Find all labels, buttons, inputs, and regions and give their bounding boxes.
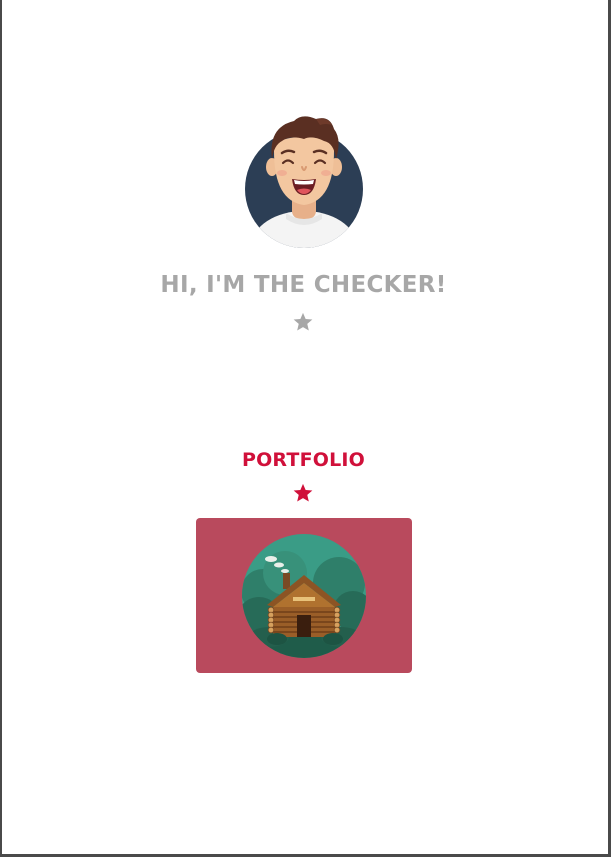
- star-icon: [293, 312, 313, 331]
- page-greeting: HI, I'M THE CHECKER!: [160, 272, 447, 298]
- star-icon: [293, 483, 313, 502]
- portfolio-section-title: PORTFOLIO: [241, 449, 366, 471]
- log-cabin-illustration: [242, 534, 366, 658]
- avatar: [245, 116, 363, 248]
- portfolio-item-cabin[interactable]: [196, 518, 412, 673]
